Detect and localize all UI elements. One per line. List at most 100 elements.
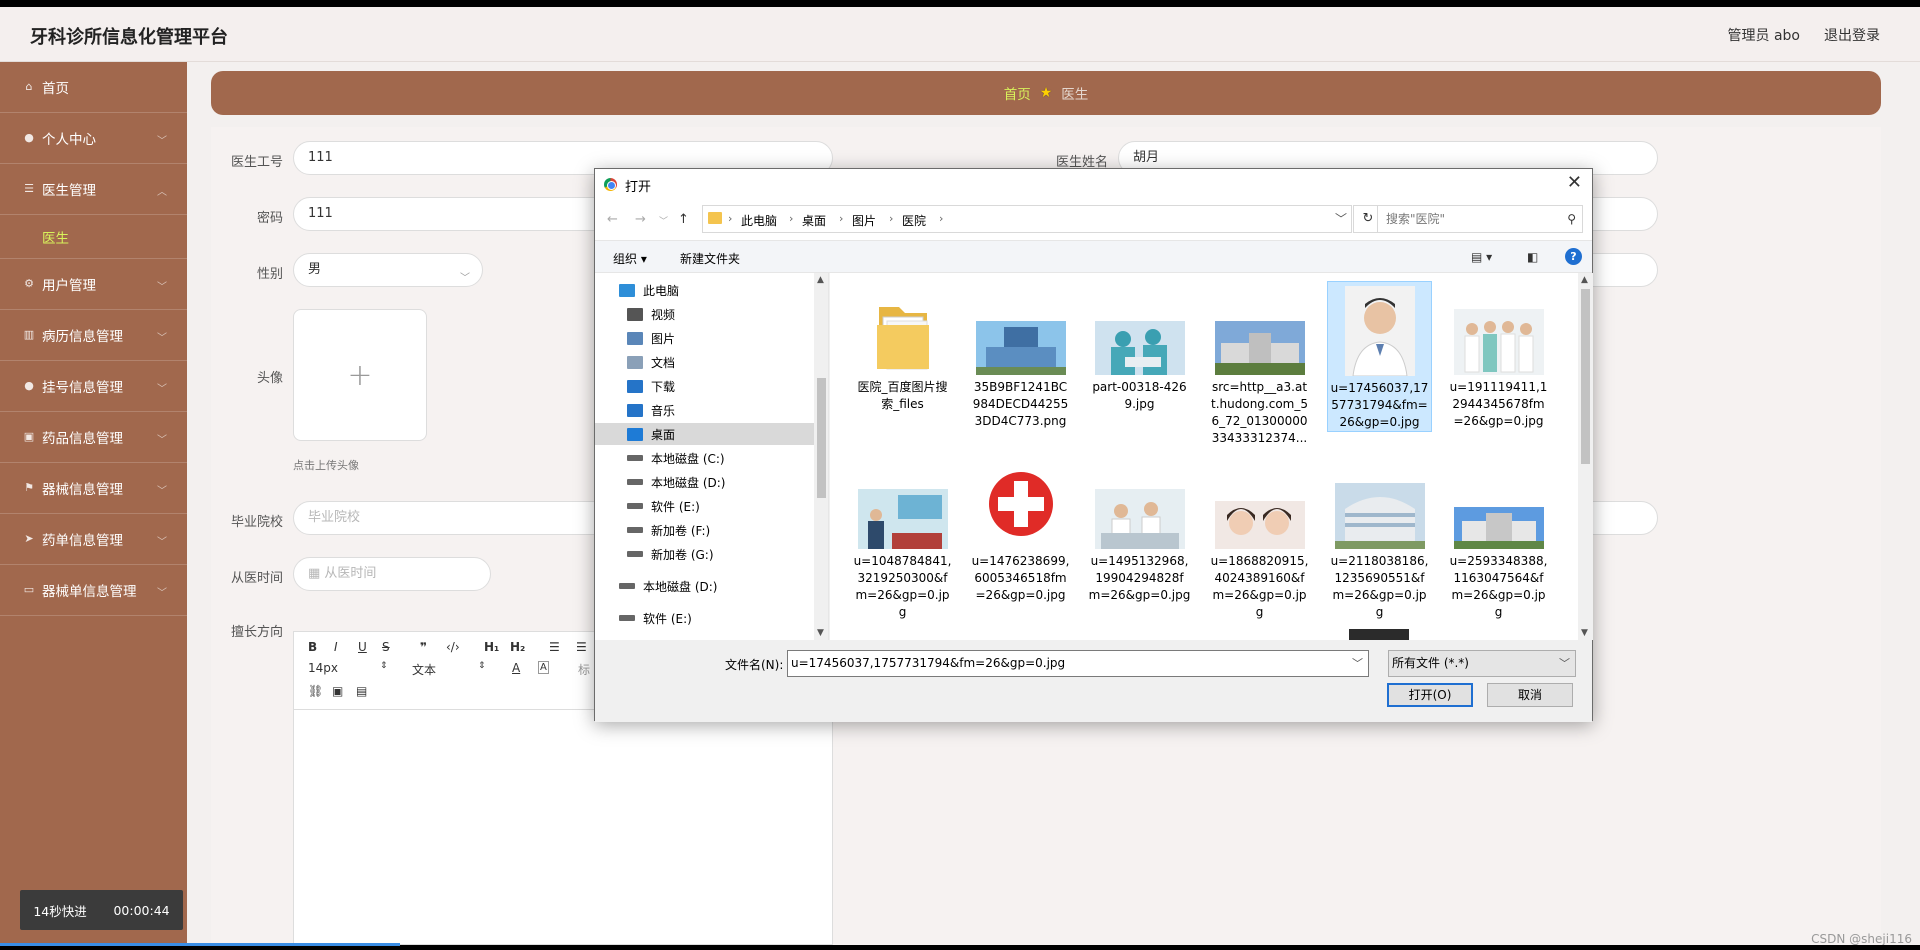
file-item[interactable]: u=1048784841, 3219250300&f m=26&gp=0.jp … xyxy=(850,455,955,621)
password-label: 密码 xyxy=(256,211,283,226)
video-icon[interactable]: ▤ xyxy=(356,684,367,698)
gender-select[interactable]: 男 ﹀ xyxy=(293,253,483,287)
file-item[interactable]: src=http__a3.at t.hudong.com_5 6_72_0130… xyxy=(1207,281,1312,447)
chevron-down-icon[interactable]: ﹀ xyxy=(1335,210,1347,227)
sidebar-item-label: 药单信息管理 xyxy=(42,533,123,549)
code-icon[interactable]: ‹/› xyxy=(446,640,460,654)
tree-item-drive-d[interactable]: 本地磁盘 (D:) xyxy=(595,471,814,493)
work-time-picker[interactable]: ▦ 从医时间 xyxy=(293,557,491,591)
file-item[interactable]: u=2118038186, 1235690551&f m=26&gp=0.jp … xyxy=(1327,455,1432,621)
italic-icon[interactable]: I xyxy=(334,640,338,654)
file-item[interactable]: u=2593348388, 1163047564&f m=26&gp=0.jp … xyxy=(1446,455,1551,621)
scroll-down-icon[interactable]: ▼ xyxy=(817,628,824,638)
path-segment[interactable]: 医院 xyxy=(902,212,926,229)
tree-item-drive-c[interactable]: 本地磁盘 (C:) xyxy=(595,447,814,469)
view-options-icon[interactable]: ▤ ▾ xyxy=(1471,250,1492,264)
sidebar-item-equipment-orders[interactable]: ▭ 器械单信息管理 ﹀ xyxy=(0,565,187,616)
file-item[interactable]: part-00318-426 9.jpg xyxy=(1087,281,1192,413)
font-color-icon[interactable]: A xyxy=(512,661,520,675)
tree-item-drive-e[interactable]: 软件 (E:) xyxy=(595,495,814,517)
tree-item-label: 此电脑 xyxy=(643,283,680,298)
sidebar-item-home[interactable]: ⌂ 首页 xyxy=(0,62,187,113)
sidebar-item-medicine[interactable]: ▣ 药品信息管理 ﹀ xyxy=(0,412,187,463)
file-item[interactable]: u=1868820915, 4024389160&f m=26&gp=0.jp … xyxy=(1207,455,1312,621)
tree-item-downloads[interactable]: 下载 xyxy=(595,375,814,397)
preview-pane-icon[interactable]: ◧ xyxy=(1527,250,1538,264)
tree-item-network-drive-e[interactable]: 软件 (E:) xyxy=(595,607,814,629)
forward-arrow-icon[interactable]: → xyxy=(635,212,646,227)
text-type-select[interactable]: 文本 xyxy=(412,661,436,678)
tree-item-documents[interactable]: 文档 xyxy=(595,351,814,373)
sidebar-item-label: 器械单信息管理 xyxy=(42,584,137,600)
tree-item-this-pc[interactable]: 此电脑 xyxy=(595,279,814,301)
bold-icon[interactable]: B xyxy=(308,640,317,654)
underline-icon[interactable]: U xyxy=(358,640,367,654)
scroll-up-icon[interactable]: ▲ xyxy=(1581,275,1588,285)
tree-item-drive-g[interactable]: 新加卷 (G:) xyxy=(595,543,814,565)
sidebar-item-medical-records[interactable]: ▥ 病历信息管理 ﹀ xyxy=(0,310,187,361)
address-bar[interactable]: › 此电脑 › 桌面 › 图片 › 医院 › ﹀ xyxy=(702,205,1352,233)
help-icon[interactable]: ? xyxy=(1565,248,1582,265)
sidebar-subitem-doctor[interactable]: 医生 xyxy=(0,215,187,259)
path-segment[interactable]: 图片 xyxy=(852,212,876,229)
file-item[interactable]: u=17456037,17 57731794&fm= 26&gp=0.jpg xyxy=(1327,281,1432,432)
sidebar-item-registration[interactable]: ● 挂号信息管理 ﹀ xyxy=(0,361,187,412)
cancel-button[interactable]: 取消 xyxy=(1487,683,1573,707)
file-item[interactable]: 35B9BF1241BC 984DECD44255 3DD4C773.png xyxy=(968,281,1073,430)
image-icon[interactable]: ▣ xyxy=(332,684,343,698)
background-color-icon[interactable]: A xyxy=(538,661,549,674)
path-segment[interactable]: 此电脑 xyxy=(741,212,777,229)
tree-item-label: 新加卷 (G:) xyxy=(651,547,714,562)
h2-icon[interactable]: H₂ xyxy=(510,640,525,654)
strike-icon[interactable]: S xyxy=(382,640,390,654)
file-list-scrollbar[interactable]: ▲ ▼ xyxy=(1578,273,1593,640)
tree-item-network-drive-d[interactable]: 本地磁盘 (D:) xyxy=(595,575,814,597)
path-segment[interactable]: 桌面 xyxy=(802,212,826,229)
file-item[interactable]: 医院_百度图片搜 索_files xyxy=(850,281,955,413)
chevron-down-icon[interactable]: ﹀ xyxy=(1352,651,1363,676)
sidebar-item-user-management[interactable]: ⚙ 用户管理 ﹀ xyxy=(0,259,187,310)
sidebar-item-doctor-management[interactable]: ☰ 医生管理 ︿ xyxy=(0,164,187,215)
file-name-input[interactable]: u=17456037,1757731794&fm=26&gp=0.jpg ﹀ xyxy=(787,650,1369,677)
tree-item-label: 软件 (E:) xyxy=(643,611,692,626)
close-icon[interactable]: ✕ xyxy=(1567,172,1582,193)
dialog-search-input[interactable]: 搜索"医院" ⚲ xyxy=(1377,205,1583,233)
sidebar-item-profile[interactable]: ● 个人中心 ﹀ xyxy=(0,113,187,164)
scroll-down-icon[interactable]: ▼ xyxy=(1581,628,1588,638)
quote-icon[interactable]: ❞ xyxy=(420,640,427,654)
tree-item-videos[interactable]: 视频 xyxy=(595,303,814,325)
sidebar-item-equipment[interactable]: ⚑ 器械信息管理 ﹀ xyxy=(0,463,187,514)
tree-item-desktop[interactable]: 桌面 xyxy=(595,423,814,445)
avatar-upload[interactable]: + xyxy=(293,309,427,441)
scroll-thumb[interactable] xyxy=(1581,289,1590,464)
tree-item-music[interactable]: 音乐 xyxy=(595,399,814,421)
heading-select[interactable]: 标 xyxy=(578,661,590,678)
font-size-select[interactable]: 14px xyxy=(308,661,338,675)
tree-item-drive-f[interactable]: 新加卷 (F:) xyxy=(595,519,814,541)
up-arrow-icon[interactable]: ↑ xyxy=(678,212,689,227)
file-item[interactable]: u=1495132968, 19904294828f m=26&gp=0.jpg xyxy=(1087,455,1192,604)
tree-item-label: 文档 xyxy=(651,355,676,370)
file-type-select[interactable]: 所有文件 (*.*) ﹀ xyxy=(1388,650,1576,677)
tree-item-pictures[interactable]: 图片 xyxy=(595,327,814,349)
h1-icon[interactable]: H₁ xyxy=(484,640,499,654)
breadcrumb-home[interactable]: 首页 xyxy=(1004,83,1031,103)
bullet-list-icon[interactable]: ☰ xyxy=(576,640,587,654)
logout-link[interactable]: 退出登录 xyxy=(1824,25,1880,45)
file-item[interactable]: u=191119411,1 2944345678fm =26&gp=0.jpg xyxy=(1446,281,1551,430)
new-folder-button[interactable]: 新建文件夹 xyxy=(680,250,740,267)
tree-scrollbar[interactable]: ▲ ▼ xyxy=(814,273,828,640)
back-arrow-icon[interactable]: ← xyxy=(607,212,618,227)
organize-menu[interactable]: 组织 ▾ xyxy=(613,250,647,267)
sidebar-item-prescription[interactable]: ➤ 药单信息管理 ﹀ xyxy=(0,514,187,565)
chevron-right-icon: › xyxy=(939,212,944,225)
open-button[interactable]: 打开(O) xyxy=(1387,683,1473,707)
recent-dropdown-icon[interactable]: ﹀ xyxy=(659,214,668,227)
sidebar-item-label: 医生管理 xyxy=(42,183,96,199)
scroll-up-icon[interactable]: ▲ xyxy=(817,275,824,285)
scroll-thumb[interactable] xyxy=(817,378,826,498)
link-icon[interactable]: ⛓ xyxy=(308,684,323,698)
ordered-list-icon[interactable]: ☰ xyxy=(549,640,560,654)
file-name: u=2118038186, 1235690551&f m=26&gp=0.jp … xyxy=(1330,554,1429,619)
file-item[interactable]: u=1476238699, 6005346518fm =26&gp=0.jpg xyxy=(968,455,1073,604)
